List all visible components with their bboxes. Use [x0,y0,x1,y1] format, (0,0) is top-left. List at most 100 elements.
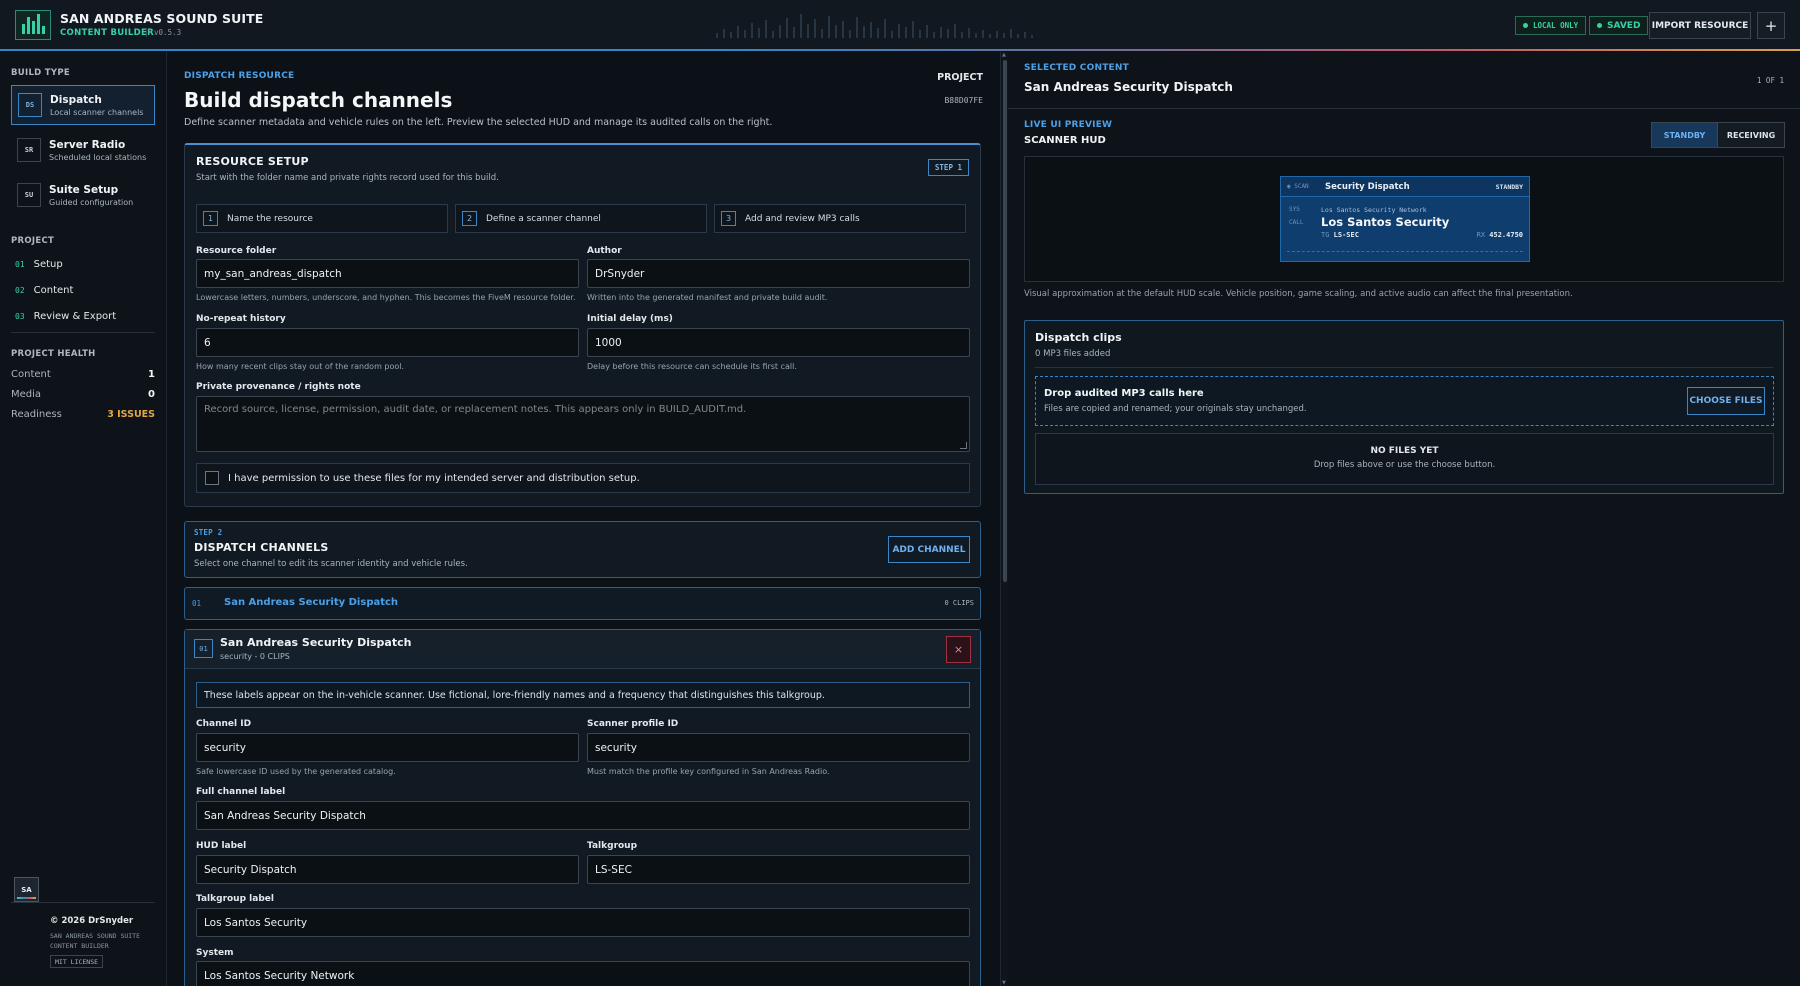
talkgroup-label-input[interactable]: Los Santos Security [196,908,970,937]
step-item: 2 Define a scanner channel [455,204,707,233]
project-heading: PROJECT [11,236,55,246]
card-heading: DISPATCH CHANNELS [194,541,329,554]
nav-content[interactable]: 02 Content [15,285,73,296]
waveform-decoration [716,12,1086,38]
resource-folder-hint: Lowercase letters, numbers, underscore, … [196,293,576,302]
system-label: System [196,948,234,958]
dispatch-channels-card: STEP 2 DISPATCH CHANNELS Select one chan… [184,521,981,578]
build-type-name: Server Radio [49,138,126,151]
hud-label-input[interactable]: Security Dispatch [196,855,579,884]
preview-mode-toggle: STANDBY RECEIVING [1651,122,1785,148]
channel-editor-meta: security - 0 CLIPS [220,652,290,661]
build-type-server-radio[interactable]: SR Server Radio Scheduled local stations [11,130,155,170]
no-repeat-label: No-repeat history [196,314,286,324]
card-subheading: Start with the folder name and private r… [196,173,499,183]
health-media: Media 0 [11,389,155,400]
full-channel-label-input[interactable]: San Andreas Security Dispatch [196,801,970,830]
no-repeat-input[interactable]: 6 [196,328,579,357]
receiving-mode-button[interactable]: RECEIVING [1718,123,1784,147]
scrollbar-thumb[interactable] [1003,60,1007,582]
build-type-name: Suite Setup [49,183,119,196]
main-scrollbar[interactable]: ▲ ▼ [1000,52,1008,986]
add-channel-button[interactable]: ADD CHANNEL [888,536,970,563]
initial-delay-hint: Delay before this resource can schedule … [587,362,797,371]
talkgroup-input[interactable]: LS-SEC [587,855,970,884]
channel-list-item[interactable]: 01 San Andreas Security Dispatch 0 CLIPS [184,587,981,620]
card-subheading: Select one channel to edit its scanner i… [194,559,468,569]
preview-note: Visual approximation at the default HUD … [1024,289,1573,299]
resource-setup-card: RESOURCE SETUP Start with the folder nam… [184,143,981,507]
nav-setup[interactable]: 01 Setup [15,259,63,270]
hud-call-label: CALL [1289,219,1304,226]
permission-row[interactable]: I have permission to use these files for… [196,463,970,493]
empty-state: NO FILES YET Drop files above or use the… [1035,433,1774,485]
scroll-up-icon[interactable]: ▲ [1002,52,1006,58]
page-title: Build dispatch channels [184,88,453,112]
permission-label: I have permission to use these files for… [228,472,640,484]
system-input[interactable]: Los Santos Security Network [196,961,970,986]
dispatch-icon: DS [18,93,42,117]
hud-talkgroup-label: Los Santos Security [1321,215,1450,229]
clips-count: 0 MP3 files added [1035,349,1111,359]
server-radio-icon: SR [17,138,41,162]
resize-grip-icon[interactable] [960,442,967,449]
hud-system: Los Santos Security Network [1321,206,1427,214]
health-readiness: Readiness 3 ISSUES [11,409,155,420]
build-type-dispatch[interactable]: DS Dispatch Local scanner channels [11,85,155,125]
scanner-profile-hint: Must match the profile key configured in… [587,767,830,776]
rights-note-textarea[interactable]: Record source, license, permission, audi… [196,396,970,452]
scroll-down-icon[interactable]: ▼ [1002,980,1006,986]
hud-state: STANDBY [1495,183,1523,191]
channel-info-note: These labels appear on the in-vehicle sc… [196,682,970,708]
status-dot-icon [1523,23,1528,28]
add-button[interactable]: + [1757,12,1785,39]
standby-mode-button[interactable]: STANDBY [1652,123,1718,147]
suite-setup-icon: SU [17,183,41,207]
channel-id-hint: Safe lowercase ID used by the generated … [196,767,396,776]
clips-heading: Dispatch clips [1035,331,1122,344]
hud-label-label: HUD label [196,841,247,851]
import-resource-button[interactable]: IMPORT RESOURCE [1649,12,1751,39]
app-title: SAN ANDREAS SOUND SUITE [60,11,264,26]
main-editor: DISPATCH RESOURCE Build dispatch channel… [167,52,1005,986]
divider [1008,108,1800,109]
no-repeat-hint: How many recent clips stay out of the ra… [196,362,405,371]
delete-channel-button[interactable]: × [946,636,971,663]
hud-channel-name: Security Dispatch [1325,182,1410,192]
build-type-suite-setup[interactable]: SU Suite Setup Guided configuration [11,175,155,215]
channel-clip-count: 0 CLIPS [944,599,974,607]
empty-sub: Drop files above or use the choose butto… [1313,460,1496,470]
channel-editor-title: San Andreas Security Dispatch [220,636,412,649]
selection-count: 1 OF 1 [1756,76,1784,85]
app-subtitle: CONTENT BUILDER [60,28,154,38]
resource-folder-input[interactable]: my_san_andreas_dispatch [196,259,579,288]
channel-number: 01 [192,599,202,608]
project-label: PROJECT [937,72,983,83]
build-type-heading: BUILD TYPE [11,68,70,78]
steps-row: 1 Name the resource 2 Define a scanner cha… [196,204,966,233]
preview-kicker: LIVE UI PREVIEW [1024,120,1113,130]
scanner-profile-input[interactable]: security [587,733,970,762]
talkgroup-label-label: Talkgroup label [196,894,274,904]
permission-checkbox[interactable] [205,471,219,485]
drop-zone-sub: Files are copied and renamed; your origi… [1044,404,1307,414]
page-description: Define scanner metadata and vehicle rule… [184,117,773,128]
rights-note-label: Private provenance / rights note [196,382,361,392]
initial-delay-input[interactable]: 1000 [587,328,970,357]
footer-logo: SA [14,877,39,902]
footer-product: SAN ANDREAS SOUND SUITE CONTENT BUILDER [50,932,141,950]
card-heading: RESOURCE SETUP [196,155,309,168]
build-type-desc: Scheduled local stations [49,152,147,162]
hud-divider [1287,251,1523,252]
divider [11,902,155,903]
dispatch-clips-card: Dispatch clips 0 MP3 files added Drop au… [1024,320,1784,494]
choose-files-button[interactable]: CHOOSE FILES [1687,387,1765,415]
mp3-drop-zone[interactable]: Drop audited MP3 calls here Files are co… [1035,376,1774,426]
license-badge[interactable]: MIT LICENSE [50,955,104,968]
channel-id-input[interactable]: security [196,733,579,762]
selected-content-kicker: SELECTED CONTENT [1024,63,1129,73]
nav-review-export[interactable]: 03 Review & Export [15,311,116,322]
step-kicker: STEP 2 [194,528,223,537]
app-version: v0.5.3 [146,28,181,37]
author-input[interactable]: DrSnyder [587,259,970,288]
